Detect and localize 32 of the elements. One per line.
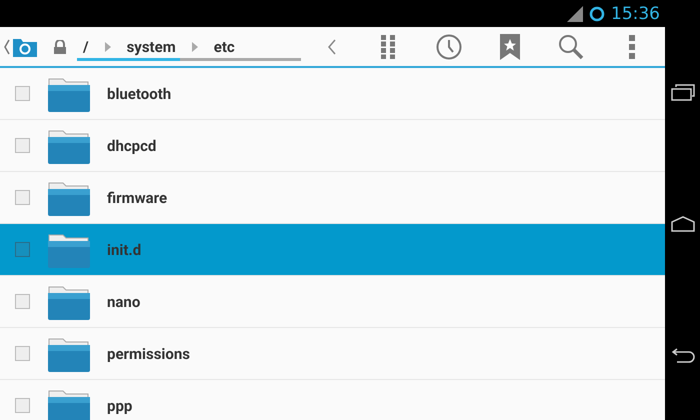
folder-name: permissions <box>107 344 190 362</box>
folder-name: bluetooth <box>107 84 172 102</box>
chevron-icon <box>104 42 111 52</box>
search-icon[interactable] <box>558 34 584 60</box>
folder-name: dhcpcd <box>107 136 156 154</box>
folder-name: init.d <box>107 240 142 258</box>
chevron-icon <box>192 42 198 52</box>
folder-name: nano <box>107 292 140 310</box>
overflow-menu-icon[interactable] <box>628 34 634 58</box>
checkbox[interactable] <box>15 294 30 309</box>
sync-icon <box>589 6 605 22</box>
clock-icon[interactable] <box>436 34 462 60</box>
grid-icon[interactable] <box>380 34 394 58</box>
signal-icon <box>567 6 583 22</box>
back-icon[interactable] <box>670 346 694 363</box>
checkbox[interactable] <box>15 346 30 361</box>
clock-time: 15:36 <box>611 4 660 24</box>
checkbox[interactable] <box>15 242 30 257</box>
checkbox[interactable] <box>15 138 30 153</box>
breadcrumb-item[interactable]: / <box>77 38 95 56</box>
lock-icon[interactable] <box>53 40 67 54</box>
checkbox[interactable] <box>15 398 30 413</box>
breadcrumb-item[interactable]: etc <box>208 38 241 56</box>
bookmark-icon[interactable] <box>500 34 520 60</box>
checkbox[interactable] <box>15 86 30 101</box>
folder-name: ppp <box>107 396 132 414</box>
breadcrumb-item[interactable]: system <box>120 38 182 56</box>
recent-apps-icon[interactable] <box>670 84 694 102</box>
file-row[interactable]: init.d <box>0 224 665 276</box>
checkbox[interactable] <box>15 190 30 205</box>
home-icon[interactable] <box>670 216 694 232</box>
folder-name: firmware <box>107 188 168 206</box>
